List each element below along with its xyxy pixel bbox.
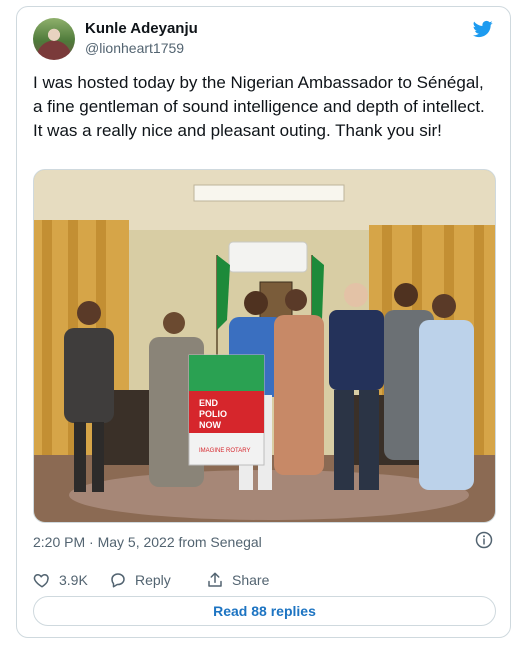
avatar[interactable] xyxy=(33,18,75,60)
reply-label: Reply xyxy=(135,572,171,588)
banner-text-now: NOW xyxy=(199,420,222,430)
reply-button[interactable]: Reply xyxy=(109,569,171,591)
tweet-card: Kunle Adeyanju @lionheart1759 I was host… xyxy=(16,6,511,638)
share-label: Share xyxy=(232,572,270,588)
reply-icon xyxy=(111,573,125,588)
info-icon[interactable] xyxy=(475,531,493,549)
tweet-text: I was hosted today by the Nigerian Ambas… xyxy=(33,73,485,140)
like-button[interactable]: 3.9K xyxy=(33,569,88,591)
banner-text-polio: POLIO xyxy=(199,409,227,419)
tweet-photo[interactable]: END POLIO NOW IMAGINE ROTARY xyxy=(33,169,496,523)
author-name[interactable]: Kunle Adeyanju xyxy=(85,20,198,37)
author-handle[interactable]: @lionheart1759 xyxy=(85,40,184,56)
banner-text-end: END xyxy=(199,398,219,408)
tweet-timestamp[interactable]: 2:20 PM · May 5, 2022 from Senegal xyxy=(33,534,262,550)
twitter-bird-icon[interactable] xyxy=(472,19,494,39)
banner-text-rotary: IMAGINE ROTARY xyxy=(199,448,250,454)
like-count: 3.9K xyxy=(59,572,88,588)
read-replies-button[interactable]: Read 88 replies xyxy=(33,596,496,626)
share-icon xyxy=(208,572,222,587)
group-photo-illustration: END POLIO NOW IMAGINE ROTARY xyxy=(34,170,495,522)
share-button[interactable]: Share xyxy=(206,569,269,591)
heart-icon xyxy=(33,574,49,588)
